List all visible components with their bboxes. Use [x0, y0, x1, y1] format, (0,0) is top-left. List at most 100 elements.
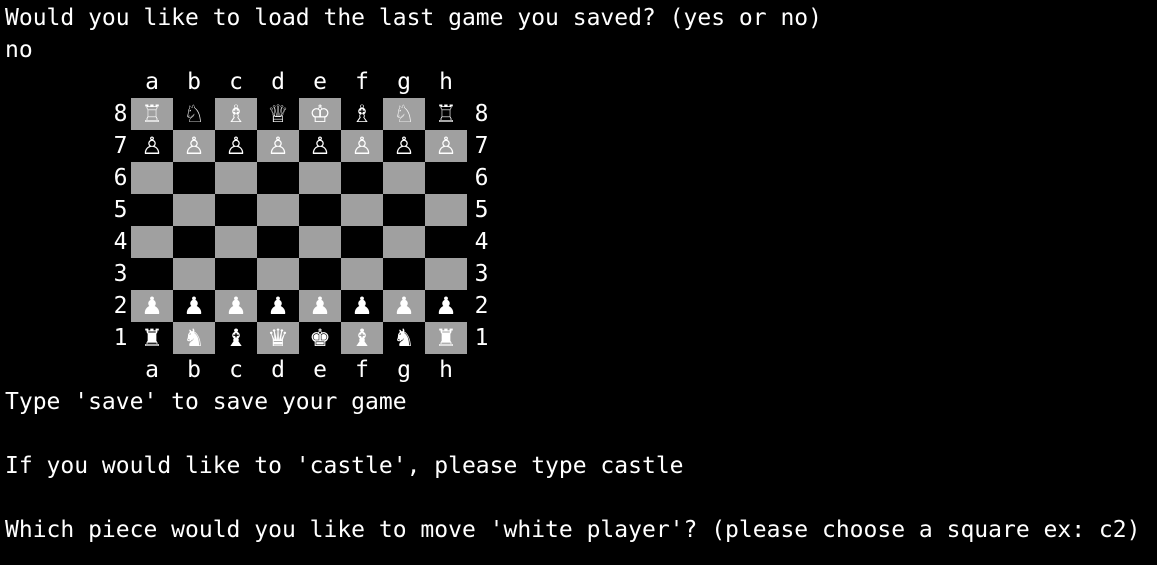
square-g6[interactable]	[383, 162, 425, 194]
square-c6[interactable]	[215, 162, 257, 194]
square-c8[interactable]: ♗	[215, 98, 257, 130]
square-d8[interactable]: ♕	[257, 98, 299, 130]
rank-label-left: 1	[113, 325, 128, 351]
square-a2[interactable]: ♟	[131, 290, 173, 322]
square-e8[interactable]: ♔	[299, 98, 341, 130]
file-label: b	[187, 69, 201, 95]
file-label: e	[313, 69, 327, 95]
square-a6[interactable]	[131, 162, 173, 194]
square-c1[interactable]: ♝	[215, 322, 257, 354]
rank-label-left: 7	[113, 133, 128, 159]
file-label: f	[355, 69, 369, 95]
square-a7[interactable]: ♙	[131, 130, 173, 162]
square-b3[interactable]	[173, 258, 215, 290]
square-c2[interactable]: ♟	[215, 290, 257, 322]
square-d3[interactable]	[257, 258, 299, 290]
square-d5[interactable]	[257, 194, 299, 226]
square-e4[interactable]	[299, 226, 341, 258]
file-labels-bottom: a b c d e f g h	[131, 354, 467, 386]
rank-label-left: 6	[113, 165, 128, 191]
file-label: d	[271, 69, 285, 95]
rank-label-right: 6	[474, 165, 489, 191]
square-f4[interactable]	[341, 226, 383, 258]
square-d7[interactable]: ♙	[257, 130, 299, 162]
square-h8[interactable]: ♖	[425, 98, 467, 130]
castle-instruction: If you would like to 'castle', please ty…	[5, 453, 684, 479]
square-c4[interactable]	[215, 226, 257, 258]
square-f2[interactable]: ♟	[341, 290, 383, 322]
rank-label-left: 8	[113, 101, 128, 127]
square-g2[interactable]: ♟	[383, 290, 425, 322]
square-a4[interactable]	[131, 226, 173, 258]
square-b8[interactable]: ♘	[173, 98, 215, 130]
square-b6[interactable]	[173, 162, 215, 194]
square-b5[interactable]	[173, 194, 215, 226]
square-e7[interactable]: ♙	[299, 130, 341, 162]
rank-label-left: 5	[113, 197, 128, 223]
rank-label-left: 2	[113, 293, 128, 319]
move-prompt[interactable]: Which piece would you like to move 'whit…	[5, 514, 1140, 546]
square-g4[interactable]	[383, 226, 425, 258]
square-b7[interactable]: ♙	[173, 130, 215, 162]
square-f1[interactable]: ♝	[341, 322, 383, 354]
file-label: g	[397, 357, 411, 383]
square-d2[interactable]: ♟	[257, 290, 299, 322]
square-b1[interactable]: ♞	[173, 322, 215, 354]
square-f6[interactable]	[341, 162, 383, 194]
square-h2[interactable]: ♟	[425, 290, 467, 322]
square-a3[interactable]	[131, 258, 173, 290]
square-f5[interactable]	[341, 194, 383, 226]
square-d1[interactable]: ♛	[257, 322, 299, 354]
rank-label-right: 4	[474, 229, 489, 255]
load-game-prompt: Would you like to load the last game you…	[5, 5, 822, 31]
square-h4[interactable]	[425, 226, 467, 258]
square-h6[interactable]	[425, 162, 467, 194]
square-f8[interactable]: ♗	[341, 98, 383, 130]
square-f7[interactable]: ♙	[341, 130, 383, 162]
file-label: a	[145, 357, 159, 383]
file-label: g	[397, 69, 411, 95]
square-g7[interactable]: ♙	[383, 130, 425, 162]
file-label: c	[229, 357, 243, 383]
rank-label-right: 7	[474, 133, 489, 159]
square-g1[interactable]: ♞	[383, 322, 425, 354]
square-c3[interactable]	[215, 258, 257, 290]
file-labels-top: a b c d e f g h	[131, 66, 467, 98]
rank-label-right: 3	[474, 261, 489, 287]
rank-label-right: 1	[474, 325, 489, 351]
rank-label-left: 3	[113, 261, 128, 287]
square-d4[interactable]	[257, 226, 299, 258]
square-a5[interactable]	[131, 194, 173, 226]
file-label: d	[271, 357, 285, 383]
user-input-echo: no	[5, 37, 33, 63]
file-label: c	[229, 69, 243, 95]
square-g8[interactable]: ♘	[383, 98, 425, 130]
square-e3[interactable]	[299, 258, 341, 290]
square-h5[interactable]	[425, 194, 467, 226]
square-e2[interactable]: ♟	[299, 290, 341, 322]
square-c5[interactable]	[215, 194, 257, 226]
square-c7[interactable]: ♙	[215, 130, 257, 162]
file-label: e	[313, 357, 327, 383]
square-b4[interactable]	[173, 226, 215, 258]
square-e1[interactable]: ♚	[299, 322, 341, 354]
square-d6[interactable]	[257, 162, 299, 194]
rank-label-right: 5	[474, 197, 489, 223]
square-a8[interactable]: ♖	[131, 98, 173, 130]
square-e6[interactable]	[299, 162, 341, 194]
square-b2[interactable]: ♟	[173, 290, 215, 322]
square-g5[interactable]	[383, 194, 425, 226]
square-h1[interactable]: ♜	[425, 322, 467, 354]
rank-label-right: 8	[474, 101, 489, 127]
square-h7[interactable]: ♙	[425, 130, 467, 162]
file-label: b	[187, 357, 201, 383]
square-a1[interactable]: ♜	[131, 322, 173, 354]
file-label: h	[439, 357, 453, 383]
rank-label-right: 2	[474, 293, 489, 319]
square-f3[interactable]	[341, 258, 383, 290]
square-e5[interactable]	[299, 194, 341, 226]
square-h3[interactable]	[425, 258, 467, 290]
rank-label-left: 4	[113, 229, 128, 255]
save-instruction: Type 'save' to save your game	[5, 389, 407, 415]
square-g3[interactable]	[383, 258, 425, 290]
